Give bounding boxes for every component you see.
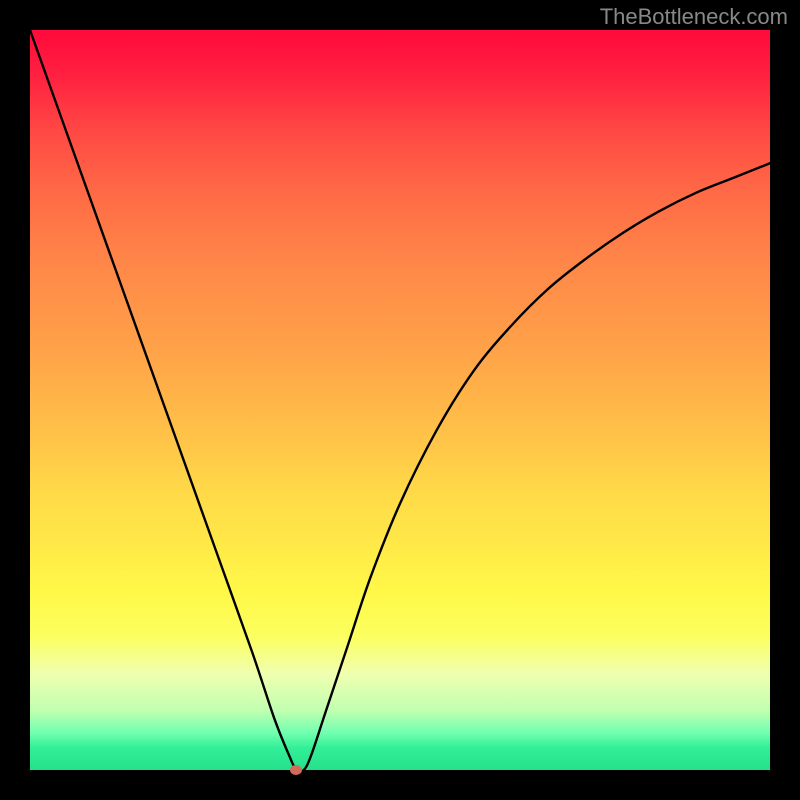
watermark-text: TheBottleneck.com xyxy=(600,4,788,30)
bottleneck-curve xyxy=(30,30,770,770)
chart-container: TheBottleneck.com xyxy=(0,0,800,800)
optimal-point-marker xyxy=(290,765,302,775)
plot-area xyxy=(30,30,770,770)
